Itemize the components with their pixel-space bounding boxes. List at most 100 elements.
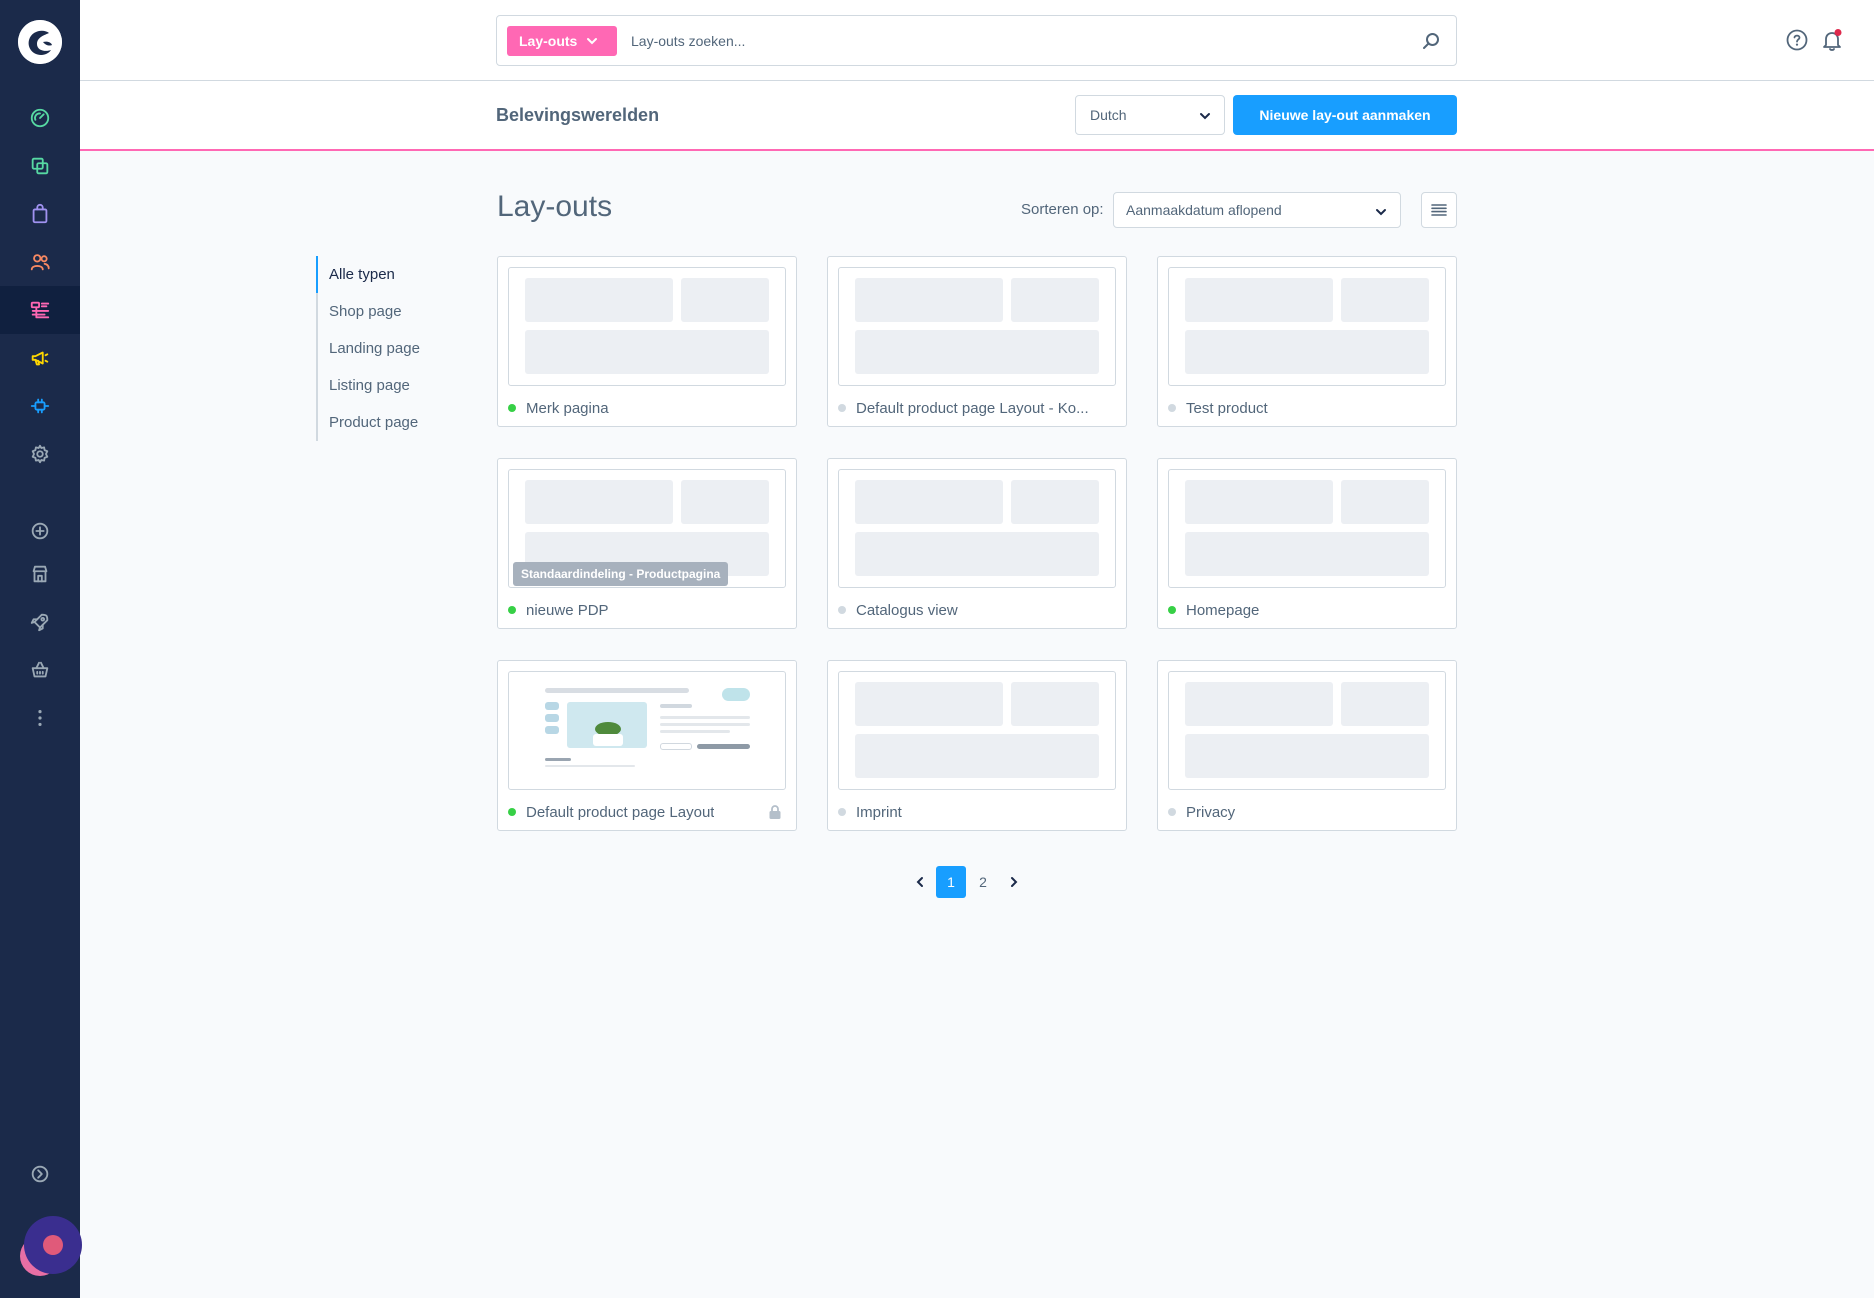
next-page-button[interactable]: [999, 866, 1029, 898]
launch-icon: [30, 613, 49, 632]
layout-preview: [508, 267, 786, 386]
marketing-icon: [31, 351, 49, 366]
layout-name: Homepage: [1186, 601, 1260, 619]
nav-settings-item[interactable]: [0, 430, 80, 478]
status-indicator: [508, 606, 516, 614]
layout-card[interactable]: Imprint: [827, 660, 1127, 831]
content-icon: [30, 301, 50, 319]
chevron-down-icon: [1376, 209, 1386, 216]
nav-add-sales-channel-item[interactable]: [0, 507, 80, 555]
layout-preview: [1168, 469, 1446, 588]
list-view-toggle[interactable]: [1421, 192, 1457, 228]
filter-landing-page[interactable]: Landing page: [316, 330, 420, 367]
page-2-button[interactable]: 2: [968, 866, 998, 898]
search-type-selector[interactable]: Lay-outs: [507, 26, 617, 56]
sort-select[interactable]: Aanmaakdatum aflopend: [1113, 192, 1401, 228]
filter-listing-page[interactable]: Listing page: [316, 367, 420, 404]
layout-card-footer: nieuwe PDP: [508, 597, 786, 623]
layout-name: nieuwe PDP: [526, 601, 609, 619]
module-title: Belevingswerelden: [496, 105, 660, 125]
status-indicator: [838, 808, 846, 816]
layout-card-footer: Homepage: [1168, 597, 1446, 623]
collapse-menu-icon: [31, 1165, 49, 1183]
status-indicator: [838, 606, 846, 614]
customers-icon: [30, 254, 50, 271]
page-title: Lay-outs: [497, 190, 613, 223]
nav-launch-item[interactable]: [0, 598, 80, 646]
layout-preview: [838, 671, 1116, 790]
status-indicator: [1168, 404, 1176, 412]
search-icon[interactable]: [1420, 30, 1442, 52]
layout-name: Imprint: [856, 803, 902, 821]
default-layout-badge: Standaardindeling - Productpagina: [513, 562, 729, 586]
search-input[interactable]: [631, 26, 1391, 56]
layout-card[interactable]: Default product page Layout - Ko...: [827, 256, 1127, 427]
layout-name: Default product page Layout: [526, 803, 715, 821]
layout-card-footer: Default product page Layout: [508, 799, 786, 825]
nav-marketing-item[interactable]: [0, 334, 80, 382]
layout-preview: [508, 671, 786, 790]
status-indicator: [838, 404, 846, 412]
language-switch[interactable]: Dutch: [1075, 95, 1225, 135]
nav-storefront-item[interactable]: [0, 550, 80, 598]
layout-card[interactable]: Default product page Layout: [497, 660, 797, 831]
layout-card-footer: Catalogus view: [838, 597, 1116, 623]
nav-customers-item[interactable]: [0, 238, 80, 286]
nav-collapse-menu-item[interactable]: [0, 1150, 80, 1198]
layout-card[interactable]: Standaardindeling - Productpagina nieuwe …: [497, 458, 797, 629]
pagination: 1 2: [905, 866, 1029, 898]
layout-card-footer: Privacy: [1168, 799, 1446, 825]
nav-catalogue-item[interactable]: [0, 142, 80, 190]
page-1-button[interactable]: 1: [936, 866, 966, 898]
status-indicator: [508, 404, 516, 412]
layout-type-filter: Alle typen Shop page Landing page Listin…: [316, 256, 420, 441]
search-box: Lay-outs: [496, 15, 1457, 66]
nav-more-item[interactable]: [0, 694, 80, 742]
sort-label: Sorteren op:: [1021, 201, 1104, 218]
sort-value: Aanmaakdatum aflopend: [1126, 202, 1282, 218]
create-layout-button[interactable]: Nieuwe lay-out aanmaken: [1233, 95, 1457, 135]
layout-preview: [1168, 671, 1446, 790]
list-icon: [1431, 204, 1447, 216]
filter-product-page[interactable]: Product page: [316, 404, 420, 441]
language-value: Dutch: [1090, 107, 1127, 123]
status-indicator: [1168, 808, 1176, 816]
help-icon[interactable]: [1786, 29, 1808, 51]
settings-icon: [31, 444, 49, 464]
layout-name: Default product page Layout - Ko...: [856, 399, 1089, 417]
filter-shop-page[interactable]: Shop page: [316, 293, 420, 330]
catalogue-icon: [31, 157, 49, 175]
basket-icon: [31, 661, 49, 678]
nav-orders-item[interactable]: [0, 190, 80, 238]
user-avatar[interactable]: [18, 1216, 82, 1278]
chevron-left-icon: [916, 877, 923, 887]
search-type-label: Lay-outs: [519, 33, 578, 49]
layout-card-footer: Default product page Layout - Ko...: [838, 395, 1116, 421]
admin-sidebar: [0, 0, 82, 1298]
layout-card[interactable]: Homepage: [1157, 458, 1457, 629]
chevron-right-icon: [1011, 877, 1018, 887]
shopware-logo[interactable]: [18, 20, 62, 64]
layout-preview: [838, 469, 1116, 588]
more-icon: [38, 709, 42, 727]
nav-content-item[interactable]: [0, 286, 80, 334]
chevron-down-icon: [1200, 113, 1210, 120]
global-search-bar: Lay-outs: [80, 0, 1874, 81]
lock-icon: [769, 805, 781, 819]
layout-card[interactable]: Merk pagina: [497, 256, 797, 427]
nav-basket-item[interactable]: [0, 646, 80, 694]
chevron-down-icon: [587, 38, 598, 45]
layout-name: Test product: [1186, 399, 1268, 417]
nav-dashboard-item[interactable]: [0, 94, 80, 142]
layout-card[interactable]: Test product: [1157, 256, 1457, 427]
layout-name: Merk pagina: [526, 399, 609, 417]
layout-name: Privacy: [1186, 803, 1236, 821]
layout-name: Catalogus view: [856, 601, 958, 619]
layout-card[interactable]: Catalogus view: [827, 458, 1127, 629]
layout-card[interactable]: Privacy: [1157, 660, 1457, 831]
nav-extensions-item[interactable]: [0, 382, 80, 430]
previous-page-button[interactable]: [905, 866, 935, 898]
notification-bell-icon[interactable]: [1820, 28, 1844, 52]
filter-all-types[interactable]: Alle typen: [316, 256, 420, 293]
dashboard-icon: [30, 108, 50, 128]
